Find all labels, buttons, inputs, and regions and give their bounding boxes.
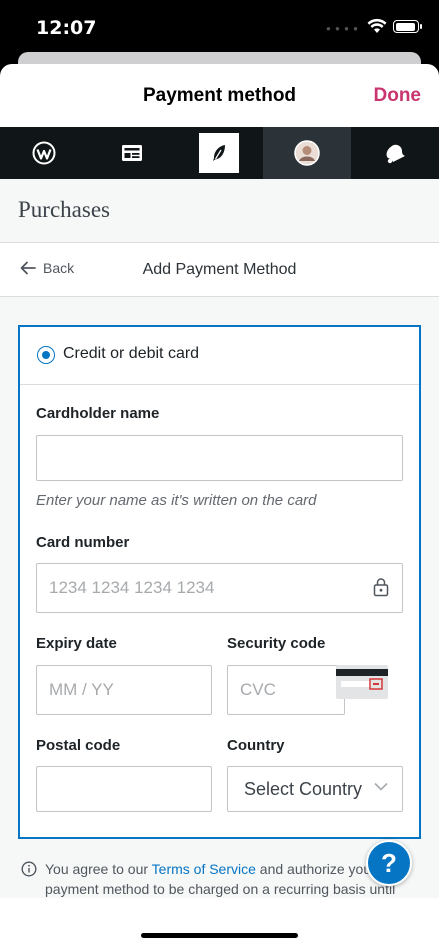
expiry-label: Expiry date (36, 635, 117, 652)
purchases-page: Purchases Back Add Payment Method Credit… (0, 179, 439, 949)
bottom-safe-area (0, 898, 439, 949)
postal-code-label: Postal code (36, 737, 121, 754)
status-time: 12:07 (36, 17, 97, 39)
help-button[interactable]: ? (366, 840, 412, 886)
tab-reader[interactable] (88, 127, 176, 179)
lock-icon (373, 578, 389, 597)
chevron-down-icon (374, 782, 388, 791)
feather-icon (213, 145, 226, 161)
battery-icon (393, 20, 422, 33)
card-number-input[interactable]: 1234 1234 1234 1234 (36, 563, 403, 613)
signal-dots-icon: ● ● ● ● (326, 24, 359, 33)
security-code-label: Security code (227, 635, 326, 652)
terms-of-service-link[interactable]: Terms of Service (152, 861, 256, 877)
info-icon (21, 861, 37, 877)
sub-header-title: Add Payment Method (142, 261, 297, 278)
postal-code-input[interactable] (36, 766, 212, 812)
country-label: Country (227, 737, 285, 754)
payment-method-sheet: Payment method Done Purchases Back Add P… (0, 64, 439, 949)
home-indicator[interactable] (141, 933, 298, 938)
country-selected-value: Select Country (244, 779, 363, 799)
section-title: Purchases (18, 197, 110, 222)
done-button[interactable]: Done (374, 85, 422, 107)
card-number-placeholder: 1234 1234 1234 1234 (49, 578, 215, 597)
sub-header: Back Add Payment Method (0, 243, 439, 297)
method-label: Credit or debit card (63, 345, 200, 362)
card-number-label: Card number (36, 534, 130, 551)
security-code-input[interactable]: CVC (227, 665, 345, 715)
status-bar: 12:07 ● ● ● ● (0, 0, 439, 56)
expiry-date-input[interactable]: MM / YY (36, 665, 212, 715)
tab-wordpress[interactable] (0, 127, 88, 179)
purchases-header: Purchases (0, 179, 439, 243)
expiry-placeholder: MM / YY (49, 680, 114, 699)
tab-notifications[interactable] (351, 127, 439, 179)
nav-header: Payment method Done (0, 64, 439, 127)
cardholder-label: Cardholder name (36, 405, 160, 422)
avatar-icon (294, 140, 321, 166)
tab-write[interactable] (176, 127, 264, 179)
radio-selected[interactable] (37, 346, 55, 364)
cardholder-name-input[interactable] (36, 435, 403, 481)
credit-card-form: Credit or debit card Cardholder name Ent… (18, 325, 421, 839)
reader-icon (121, 145, 142, 161)
cvc-placeholder: CVC (240, 680, 276, 699)
country-select[interactable]: Select Country (227, 766, 403, 812)
wifi-icon (367, 18, 387, 39)
cardholder-hint: Enter your name as it's written on the c… (36, 492, 317, 509)
wordpress-icon (32, 141, 56, 165)
payment-method-option[interactable]: Credit or debit card (20, 327, 419, 385)
site-tab-bar (0, 127, 439, 179)
write-tab-box (199, 133, 240, 173)
cvc-card-icon (336, 665, 388, 699)
notifications-icon (386, 144, 406, 164)
tab-me[interactable] (263, 127, 352, 179)
agreement-text-before: You agree to our (45, 861, 152, 877)
